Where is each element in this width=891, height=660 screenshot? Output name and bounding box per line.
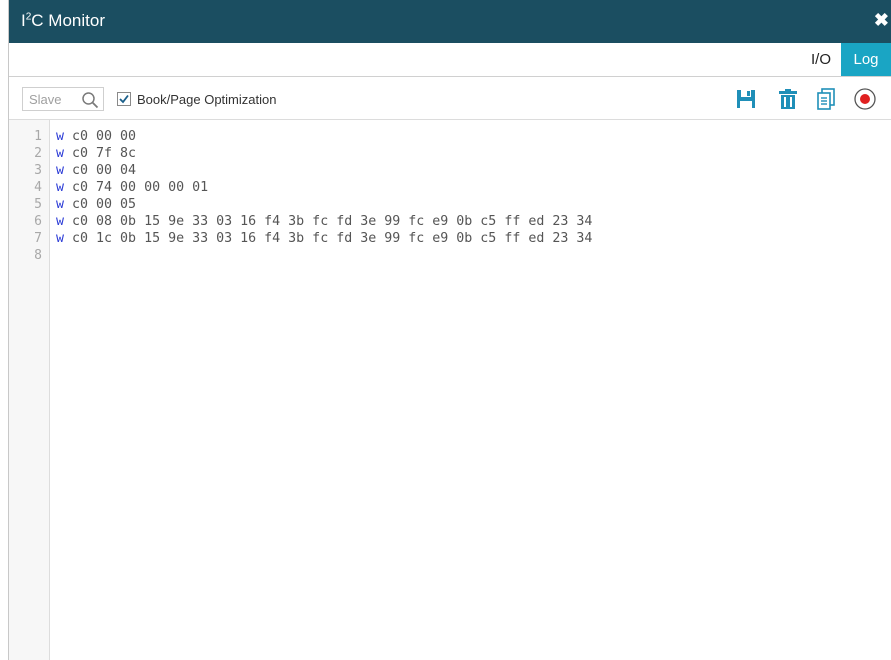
log-bytes: c0 7f 8c [64,146,137,161]
log-line: w c0 74 00 00 00 01 [56,179,208,196]
log-bytes: c0 00 04 [64,163,137,178]
book-page-optimization-checkbox[interactable] [117,92,131,106]
log-op: w [56,180,65,195]
log-bytes: c0 1c 0b 15 9e 33 03 16 f4 3b fc fd 3e 9… [64,231,593,246]
log-editor[interactable]: 1 2 3 4 5 6 7 8 w c0 00 00 w c0 7f 8c w … [9,120,891,660]
log-op: w [56,231,65,246]
log-op: w [56,214,65,229]
log-line: w c0 00 05 [56,196,136,213]
line-number: 7 [34,231,42,246]
copy-icon[interactable] [815,88,837,110]
line-number: 3 [34,163,42,178]
close-icon[interactable]: ✖ [874,10,889,31]
line-number: 1 [34,129,42,144]
trash-icon[interactable] [777,88,799,110]
log-op: w [56,146,65,161]
slave-search-input[interactable] [23,88,85,110]
book-page-optimization-label: Book/Page Optimization [137,92,277,107]
tab-bar: I/O Log [9,43,891,77]
tab-io[interactable]: I/O [801,43,841,76]
tab-log[interactable]: Log [841,43,891,76]
window-title: I2C Monitor [21,11,105,30]
log-line: w c0 1c 0b 15 9e 33 03 16 f4 3b fc fd 3e… [56,230,592,247]
save-icon[interactable] [735,88,757,110]
search-icon[interactable] [81,91,99,109]
line-number: 4 [34,180,42,195]
log-bytes: c0 00 00 [64,129,137,144]
log-bytes: c0 08 0b 15 9e 33 03 16 f4 3b fc fd 3e 9… [64,214,593,229]
line-number-gutter: 1 2 3 4 5 6 7 8 [9,120,50,660]
log-line: w c0 00 00 [56,128,136,145]
log-bytes: c0 74 00 00 00 01 [64,180,209,195]
i2c-monitor-window: I2C Monitor ✖ I/O Log Book/Page Optimiza… [8,0,891,660]
log-line: w c0 00 04 [56,162,136,179]
log-line: w c0 7f 8c [56,145,136,162]
line-number: 6 [34,214,42,229]
line-number: 8 [34,248,42,263]
toolbar: Book/Page Optimization [9,77,891,120]
log-op: w [56,163,65,178]
log-op: w [56,197,65,212]
slave-search-box [22,87,104,111]
record-icon[interactable] [854,88,876,110]
line-number: 2 [34,146,42,161]
line-number: 5 [34,197,42,212]
checkmark-icon [119,94,129,104]
title-bar: I2C Monitor ✖ [9,0,891,43]
log-line: w c0 08 0b 15 9e 33 03 16 f4 3b fc fd 3e… [56,213,592,230]
log-bytes: c0 00 05 [64,197,137,212]
log-op: w [56,129,65,144]
